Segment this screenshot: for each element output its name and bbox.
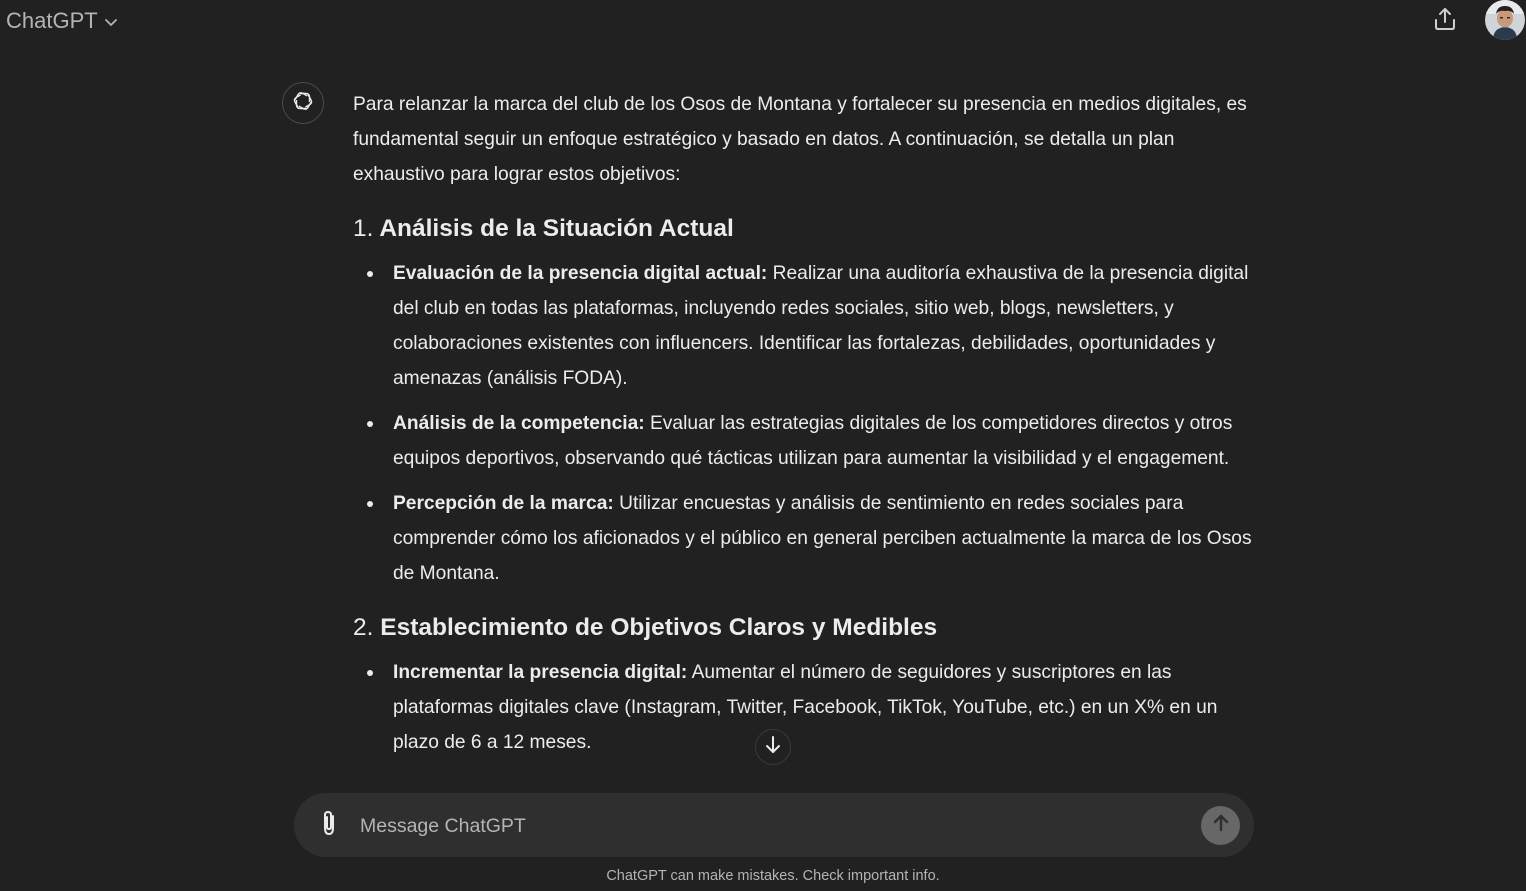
model-switcher-button[interactable]: ChatGPT [6, 6, 118, 36]
assistant-avatar [282, 82, 324, 124]
list-item-label: Percepción de la marca: [393, 493, 614, 514]
section-number: 2. [353, 614, 374, 641]
list-item-label: Incrementar la presencia digital: [393, 662, 688, 683]
share-upload-icon [1433, 6, 1457, 37]
attach-file-button[interactable] [314, 809, 344, 841]
section-list: Evaluación de la presencia digital actua… [353, 256, 1253, 591]
message-composer [294, 793, 1254, 857]
message-input[interactable] [358, 807, 1182, 845]
section-heading: 2. Establecimiento de Objetivos Claros y… [353, 611, 1253, 645]
list-item: Evaluación de la presencia digital actua… [367, 256, 1253, 396]
arrow-up-icon [1212, 813, 1230, 838]
list-item-label: Análisis de la competencia: [393, 413, 645, 434]
assistant-message: Para relanzar la marca del club de los O… [353, 87, 1253, 770]
openai-logo-icon [291, 89, 315, 118]
arrow-down-icon [764, 735, 782, 760]
list-item: Incrementar la presencia digital: Aument… [367, 655, 1253, 760]
section-number: 1. [353, 215, 374, 242]
scroll-to-bottom-button[interactable] [755, 729, 791, 765]
section-title: Establecimiento de Objetivos Claros y Me… [380, 614, 938, 641]
section-list: Incrementar la presencia digital: Aument… [353, 655, 1253, 760]
list-item: Análisis de la competencia: Evaluar las … [367, 406, 1253, 476]
send-button[interactable] [1201, 806, 1240, 845]
model-name: ChatGPT [6, 8, 98, 33]
list-item: Percepción de la marca: Utilizar encuest… [367, 486, 1253, 591]
share-button[interactable] [1428, 4, 1462, 38]
list-item-label: Evaluación de la presencia digital actua… [393, 263, 768, 284]
top-bar: ChatGPT [0, 0, 1526, 42]
message-intro: Para relanzar la marca del club de los O… [353, 94, 1247, 185]
conversation-scroll-area[interactable]: Para relanzar la marca del club de los O… [0, 42, 1526, 794]
section-title: Análisis de la Situación Actual [379, 215, 734, 242]
paperclip-icon [319, 809, 339, 842]
section-heading: 1. Análisis de la Situación Actual [353, 212, 1253, 246]
disclaimer-text: ChatGPT can make mistakes. Check importa… [606, 868, 940, 884]
user-avatar[interactable] [1485, 0, 1525, 40]
chevron-down-icon [104, 8, 118, 34]
